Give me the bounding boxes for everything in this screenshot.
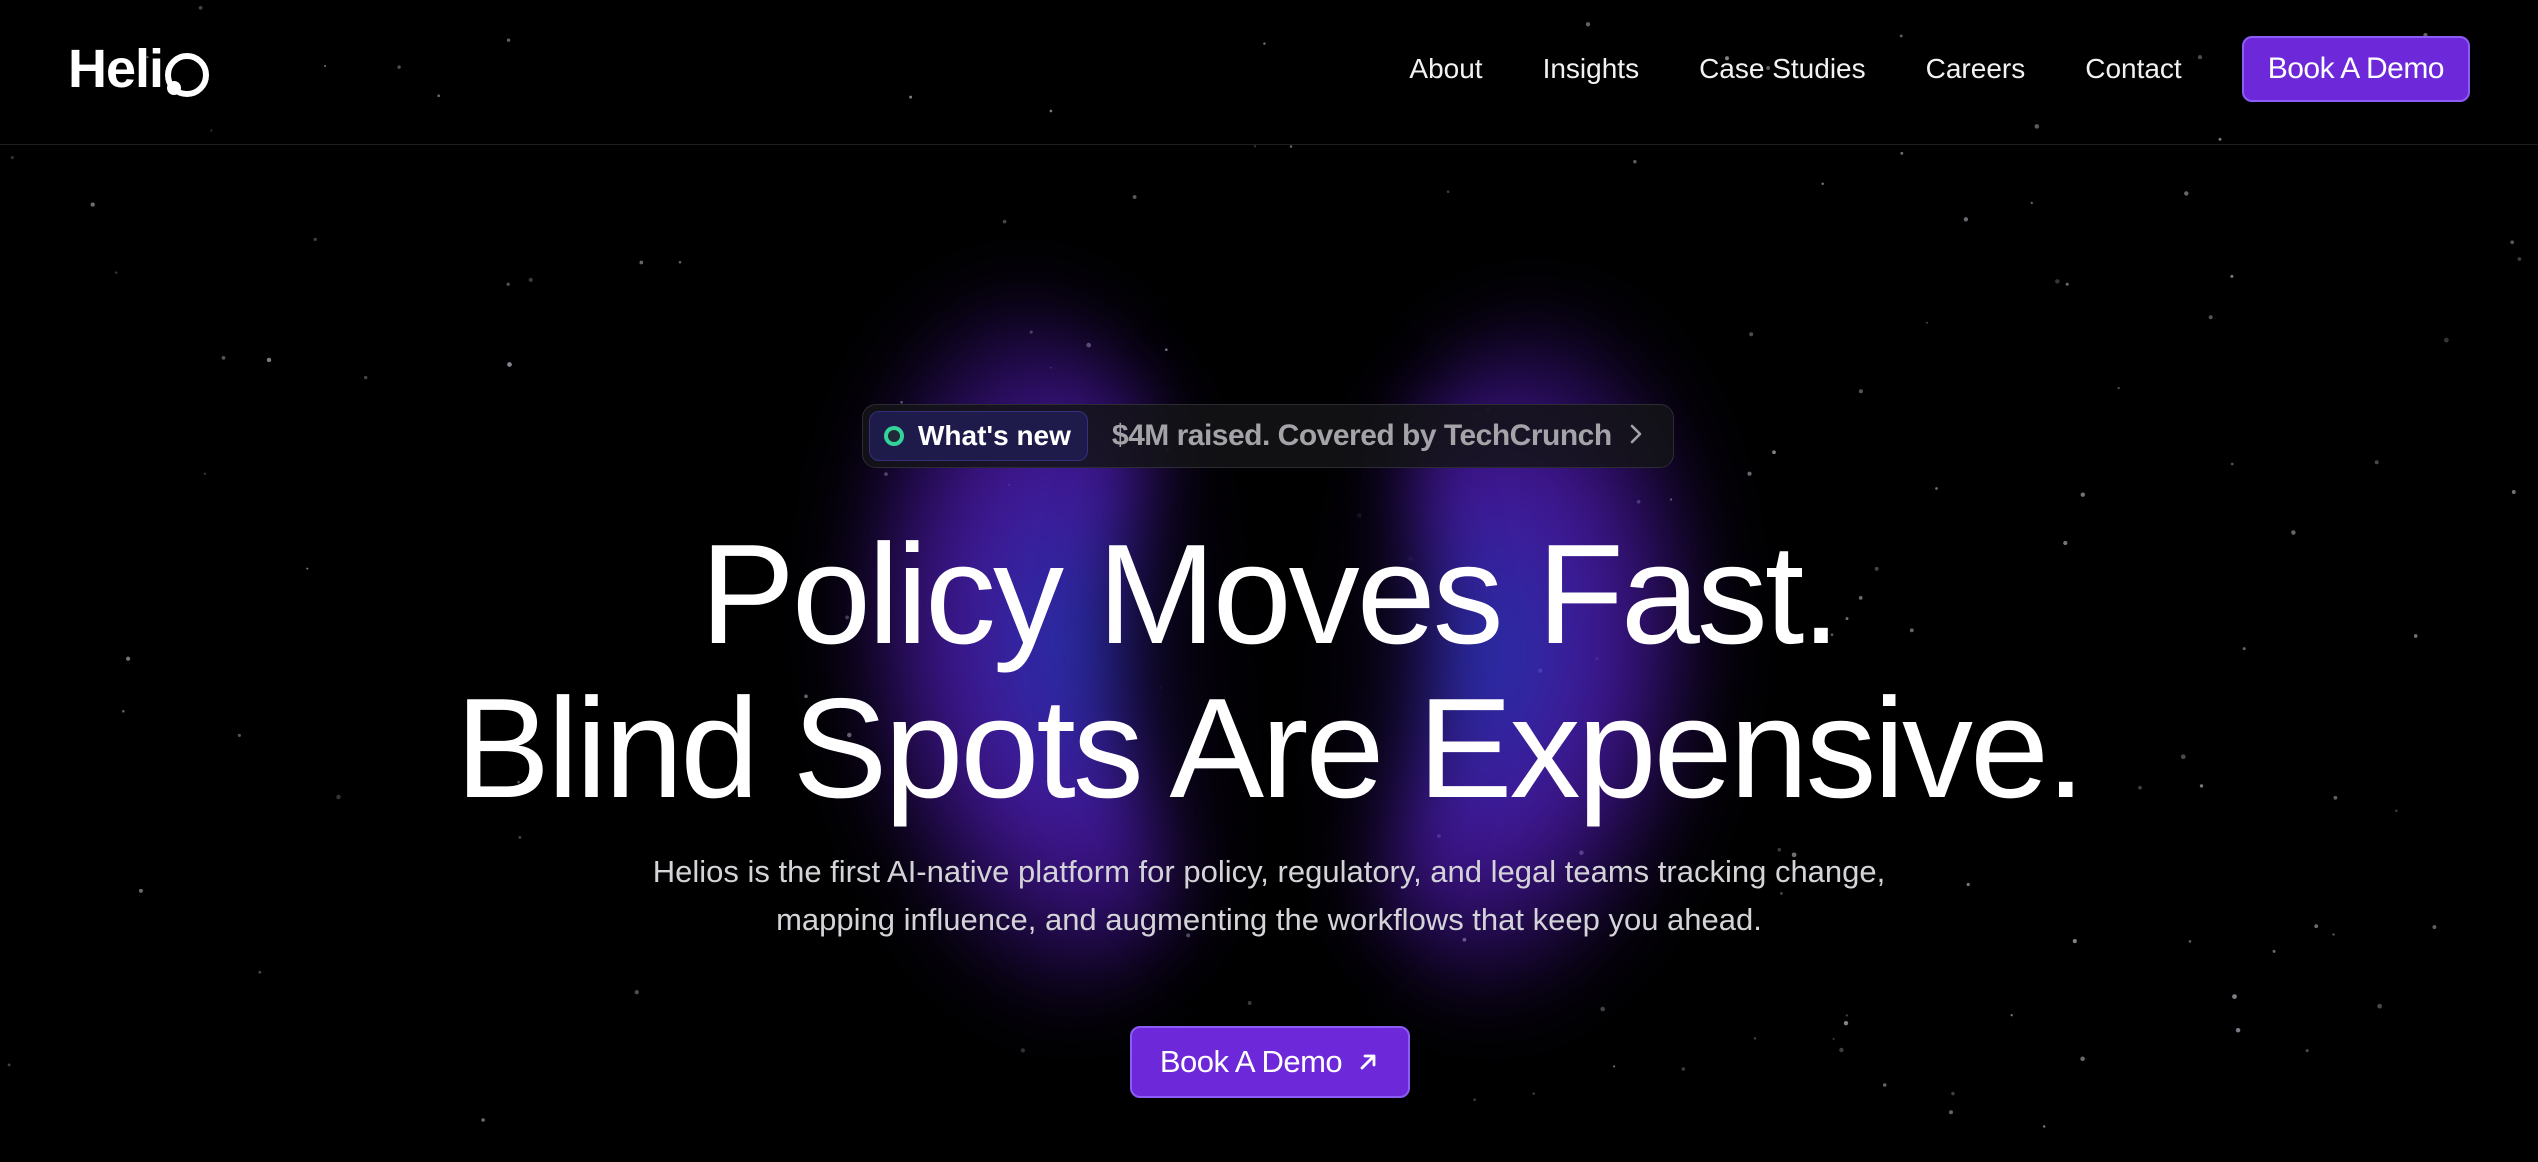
subtext-line-2: mapping influence, and augmenting the wo… xyxy=(776,902,1762,937)
hero-subtext: Helios is the first AI-native platform f… xyxy=(0,848,2538,944)
headline-line-2: Blind Spots Are Expensive. xyxy=(455,669,2086,828)
status-dot-icon xyxy=(884,426,904,446)
book-demo-label: Book A Demo xyxy=(1159,1044,1343,1079)
hero-headline: Policy Moves Fast. Blind Spots Are Expen… xyxy=(0,518,2538,826)
book-demo-button-hero[interactable]: Book A Demo xyxy=(1130,1026,1410,1098)
whats-new-label: What's new xyxy=(918,420,1071,451)
whats-new-badge: What's new xyxy=(869,411,1088,461)
announcement-pill[interactable]: What's new $4M raised. Covered by TechCr… xyxy=(862,404,1674,468)
chevron-right-icon xyxy=(1628,419,1644,453)
subtext-line-1: Helios is the first AI-native platform f… xyxy=(652,854,1886,889)
hero-section: What's new $4M raised. Covered by TechCr… xyxy=(0,0,2538,1162)
landing-page: Heli About Insights Case Studies Careers… xyxy=(0,0,2538,1162)
arrow-up-right-icon xyxy=(1356,1050,1380,1074)
announcement-text: $4M raised. Covered by TechCrunch xyxy=(1111,419,1612,452)
headline-line-1: Policy Moves Fast. xyxy=(700,515,1841,674)
